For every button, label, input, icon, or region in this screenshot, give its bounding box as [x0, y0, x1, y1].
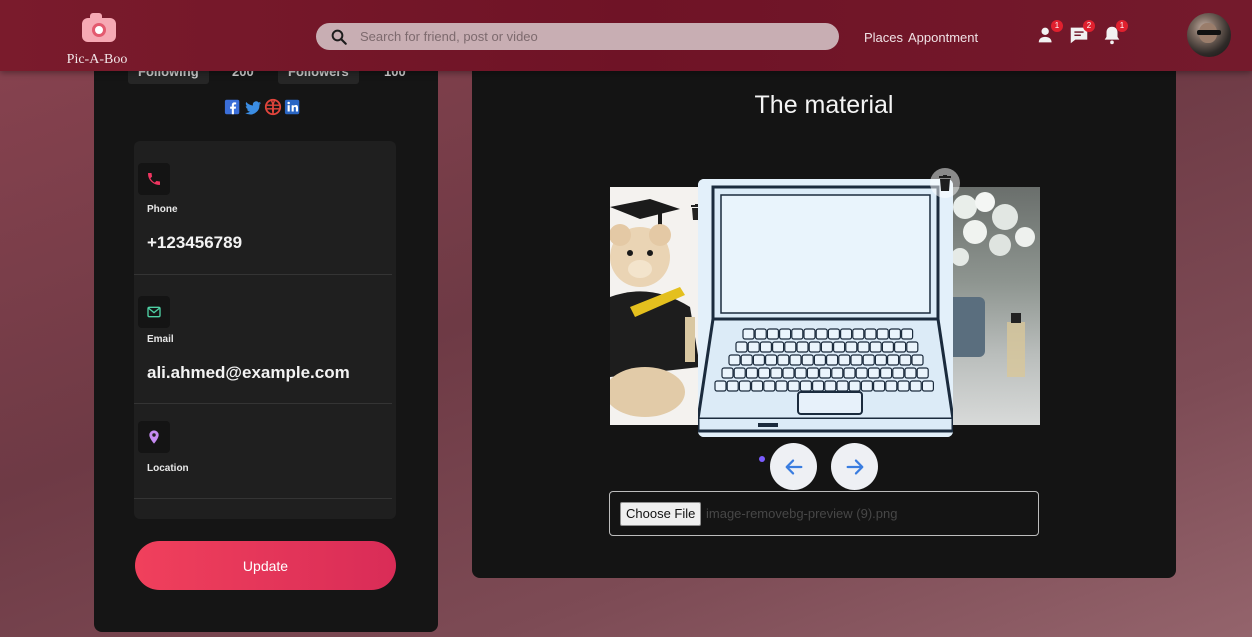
profile-panel: Following 200 Followers 100 Phone +12345…	[94, 40, 438, 632]
location-pin-icon	[138, 421, 170, 453]
notifications-button[interactable]: 1	[1101, 20, 1128, 46]
friend-requests-badge: 1	[1051, 20, 1063, 32]
selected-file-name: image-removebg-preview (9).png	[706, 506, 898, 521]
update-button[interactable]: Update	[135, 541, 396, 590]
contact-card: Phone +123456789 Email ali.ahmed@example…	[134, 141, 396, 519]
app-name: Pic-A-Boo	[66, 52, 128, 67]
email-value: ali.ahmed@example.com	[147, 363, 350, 382]
nav-appointment-link[interactable]: Appontment	[908, 30, 978, 45]
search-icon	[331, 29, 347, 45]
phone-label: Phone	[147, 204, 178, 215]
location-label: Location	[147, 463, 189, 474]
phone-block: Phone +123456789	[134, 141, 392, 275]
user-avatar[interactable]	[1187, 13, 1231, 57]
twitter-icon[interactable]	[244, 98, 262, 116]
notifications-badge: 1	[1116, 20, 1128, 32]
carousel-next-button[interactable]	[831, 443, 878, 490]
choose-file-button[interactable]: Choose File	[620, 502, 702, 526]
slide-image-flowers	[945, 187, 1040, 425]
app-logo[interactable]: Pic-A-Boo	[62, 13, 132, 67]
camera-icon	[82, 13, 116, 42]
material-panel: The material Choose File image-removebg-…	[472, 58, 1176, 578]
email-icon	[138, 296, 170, 328]
trash-icon	[939, 175, 951, 191]
carousel-indicator-dot[interactable]	[759, 456, 765, 462]
carousel-prev-button[interactable]	[770, 443, 817, 490]
phone-value: +123456789	[147, 233, 243, 252]
slide-image-laptop	[698, 179, 953, 437]
dribbble-icon[interactable]	[264, 98, 282, 116]
phone-icon	[138, 163, 170, 195]
top-navbar: Pic-A-Boo Places Appontment 1 2 1	[0, 0, 1252, 71]
email-block: Email ali.ahmed@example.com	[134, 274, 392, 404]
messages-button[interactable]: 2	[1068, 20, 1095, 46]
delete-image-button-active[interactable]	[930, 168, 960, 198]
email-label: Email	[147, 334, 174, 345]
arrow-right-icon	[846, 458, 863, 475]
search-bar[interactable]	[316, 23, 839, 50]
social-links	[224, 98, 302, 116]
friend-requests-button[interactable]: 1	[1036, 20, 1063, 46]
location-block: Location	[134, 403, 392, 499]
arrow-left-icon	[785, 458, 802, 475]
facebook-icon[interactable]	[224, 98, 242, 116]
image-carousel[interactable]	[610, 168, 1040, 440]
file-upload-field[interactable]: Choose File image-removebg-preview (9).p…	[609, 491, 1039, 536]
messages-badge: 2	[1083, 20, 1095, 32]
material-title: The material	[754, 91, 894, 119]
linkedin-icon[interactable]	[284, 98, 302, 116]
search-input[interactable]	[358, 28, 802, 45]
nav-places-link[interactable]: Places	[864, 30, 903, 45]
